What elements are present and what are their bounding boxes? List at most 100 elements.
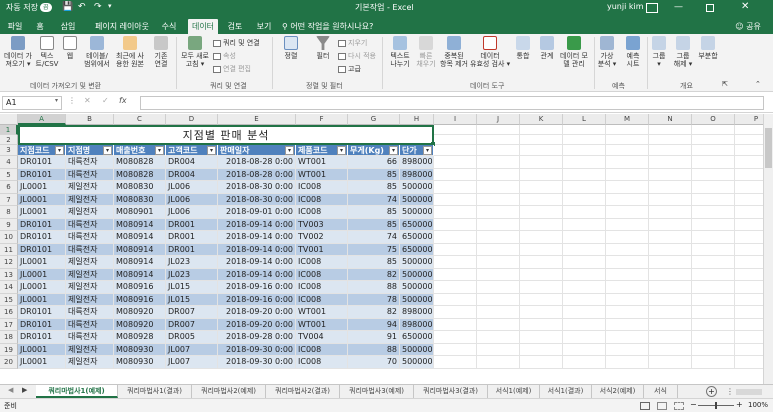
- row-header[interactable]: 2: [0, 135, 18, 145]
- table-cell[interactable]: 898000: [400, 306, 434, 319]
- empty-cell[interactable]: [434, 125, 477, 135]
- table-cell[interactable]: DR0101: [18, 168, 66, 181]
- row-header[interactable]: 19: [0, 343, 18, 356]
- worksheet-grid[interactable]: A B C D E F G H I J K L M N O P 1 2 3 4 5 6 7 8 9 10 11 12 13 14 15 16 1…: [0, 114, 763, 384]
- empty-cell[interactable]: [434, 331, 477, 344]
- table-cell[interactable]: JL006: [166, 206, 218, 219]
- table-cell[interactable]: IC008: [296, 343, 348, 356]
- table-cell[interactable]: JL0001: [18, 293, 66, 306]
- empty-cell[interactable]: [563, 281, 606, 294]
- table-cell[interactable]: 대륙전자: [66, 168, 114, 181]
- cancel-icon[interactable]: ✕: [84, 96, 91, 105]
- column-header[interactable]: D: [166, 114, 218, 125]
- table-header-cell[interactable]: 지점명 ▾: [66, 145, 114, 156]
- table-cell[interactable]: DR001: [166, 218, 218, 231]
- table-cell[interactable]: IC008: [296, 193, 348, 206]
- table-cell[interactable]: 제일전자: [66, 293, 114, 306]
- table-cell[interactable]: 898000: [400, 168, 434, 181]
- zoom-in-icon[interactable]: +: [736, 400, 743, 409]
- table-cell[interactable]: 2018-09-20 0:00: [218, 318, 296, 331]
- empty-cell[interactable]: [520, 281, 563, 294]
- empty-cell[interactable]: [692, 331, 735, 344]
- collapse-ribbon-icon[interactable]: ⌃: [755, 80, 761, 88]
- table-cell[interactable]: 2018-09-30 0:00: [218, 343, 296, 356]
- filter-dropdown-icon[interactable]: ▾: [337, 146, 346, 155]
- empty-cell[interactable]: [692, 193, 735, 206]
- table-cell[interactable]: TV002: [296, 231, 348, 244]
- table-cell[interactable]: 650000: [400, 331, 434, 344]
- name-box-dropdown-icon[interactable]: ▾: [55, 97, 58, 104]
- save-icon[interactable]: 💾: [62, 2, 73, 12]
- user-name[interactable]: yunji kim: [607, 2, 644, 11]
- table-cell[interactable]: DR0101: [18, 243, 66, 256]
- table-cell[interactable]: 74: [348, 193, 400, 206]
- text-to-columns-button[interactable]: 텍스트 나누기: [386, 36, 414, 68]
- table-cell[interactable]: M080914: [114, 243, 166, 256]
- tab-formulas[interactable]: 수식: [158, 19, 180, 34]
- table-cell[interactable]: 500000: [400, 293, 434, 306]
- empty-cell[interactable]: [563, 193, 606, 206]
- empty-cell[interactable]: [434, 243, 477, 256]
- table-cell[interactable]: 대륙전자: [66, 318, 114, 331]
- empty-cell[interactable]: [649, 306, 692, 319]
- empty-cell[interactable]: [735, 206, 763, 219]
- table-cell[interactable]: DR0101: [18, 331, 66, 344]
- empty-cell[interactable]: [520, 156, 563, 169]
- empty-cell[interactable]: [477, 181, 520, 194]
- empty-cell[interactable]: [606, 206, 649, 219]
- empty-cell[interactable]: [477, 218, 520, 231]
- empty-cell[interactable]: [735, 156, 763, 169]
- minimize-icon[interactable]: —: [674, 2, 683, 12]
- table-cell[interactable]: DR0101: [18, 306, 66, 319]
- table-cell[interactable]: 94: [348, 318, 400, 331]
- empty-cell[interactable]: [606, 145, 649, 156]
- empty-cell[interactable]: [735, 169, 763, 181]
- row-header[interactable]: 13: [0, 268, 18, 281]
- sheet-tab[interactable]: 쿼리마법사2(예제): [192, 385, 266, 398]
- tab-review[interactable]: 검토: [224, 19, 246, 34]
- empty-cell[interactable]: [649, 145, 692, 156]
- column-header[interactable]: A: [18, 114, 66, 125]
- sheet-tab[interactable]: 쿼리마법사3(결과): [414, 385, 488, 398]
- column-header[interactable]: H: [400, 114, 434, 125]
- row-header[interactable]: 17: [0, 318, 18, 331]
- empty-cell[interactable]: [477, 318, 520, 331]
- table-cell[interactable]: M080916: [114, 293, 166, 306]
- empty-cell[interactable]: [520, 125, 563, 135]
- table-cell[interactable]: M080920: [114, 306, 166, 319]
- table-header-cell[interactable]: 고객코드 ▾: [166, 145, 218, 156]
- table-header-cell[interactable]: 지점코드 ▾: [18, 145, 66, 156]
- empty-cell[interactable]: [606, 243, 649, 256]
- empty-cell[interactable]: [692, 206, 735, 219]
- table-cell[interactable]: 85: [348, 256, 400, 269]
- row-header[interactable]: 7: [0, 193, 18, 206]
- empty-cell[interactable]: [520, 331, 563, 344]
- empty-cell[interactable]: [563, 218, 606, 231]
- table-cell[interactable]: 85: [348, 181, 400, 194]
- sheet-tab[interactable]: 쿼리마법사3(예제): [340, 385, 414, 398]
- table-cell[interactable]: M080930: [114, 343, 166, 356]
- filter-dropdown-icon[interactable]: ▾: [55, 146, 64, 155]
- row-header[interactable]: 20: [0, 356, 18, 369]
- empty-cell[interactable]: [606, 168, 649, 181]
- tab-insert[interactable]: 삽입: [57, 19, 79, 34]
- vertical-scrollbar[interactable]: [763, 114, 773, 384]
- table-cell[interactable]: 2018-09-28 0:00: [218, 331, 296, 344]
- empty-cell[interactable]: [520, 135, 563, 145]
- empty-cell[interactable]: [434, 318, 477, 331]
- empty-cell[interactable]: [520, 218, 563, 231]
- empty-cell[interactable]: [649, 243, 692, 256]
- empty-cell[interactable]: [606, 156, 649, 169]
- table-cell[interactable]: 대륙전자: [66, 331, 114, 344]
- table-cell[interactable]: DR001: [166, 231, 218, 244]
- row-header[interactable]: 18: [0, 331, 18, 344]
- table-cell[interactable]: IC008: [296, 281, 348, 294]
- empty-cell[interactable]: [606, 135, 649, 145]
- empty-cell[interactable]: [477, 135, 520, 145]
- column-header[interactable]: E: [218, 114, 296, 125]
- table-cell[interactable]: DR001: [166, 243, 218, 256]
- table-cell[interactable]: 82: [348, 306, 400, 319]
- empty-cell[interactable]: [477, 331, 520, 344]
- table-cell[interactable]: 제일전자: [66, 181, 114, 194]
- table-cell[interactable]: DR004: [166, 156, 218, 169]
